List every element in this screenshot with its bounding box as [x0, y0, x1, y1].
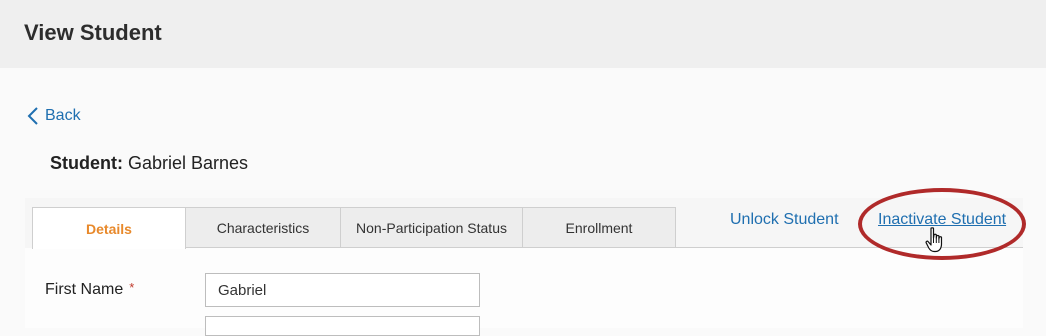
student-label: Student: — [50, 153, 123, 173]
unlock-student-link[interactable]: Unlock Student — [730, 211, 839, 229]
student-heading: Student: Gabriel Barnes — [50, 153, 248, 174]
tab-details[interactable]: Details — [32, 207, 186, 249]
tab-non-participation-status[interactable]: Non-Participation Status — [340, 207, 523, 248]
back-label: Back — [45, 107, 81, 124]
hand-pointer-icon — [925, 227, 945, 258]
tab-characteristics[interactable]: Characteristics — [185, 207, 341, 248]
student-name: Gabriel Barnes — [128, 153, 249, 173]
first-name-input[interactable] — [205, 273, 480, 307]
chevron-left-icon — [27, 106, 39, 126]
page-header: View Student — [0, 0, 1046, 68]
next-field-input[interactable] — [205, 316, 480, 336]
page-title: View Student — [24, 20, 162, 45]
first-name-label-text: First Name — [45, 281, 124, 298]
first-name-label: First Name * — [45, 280, 134, 299]
required-marker: * — [129, 280, 135, 295]
back-link[interactable]: Back — [27, 106, 81, 126]
tab-enrollment[interactable]: Enrollment — [522, 207, 676, 248]
